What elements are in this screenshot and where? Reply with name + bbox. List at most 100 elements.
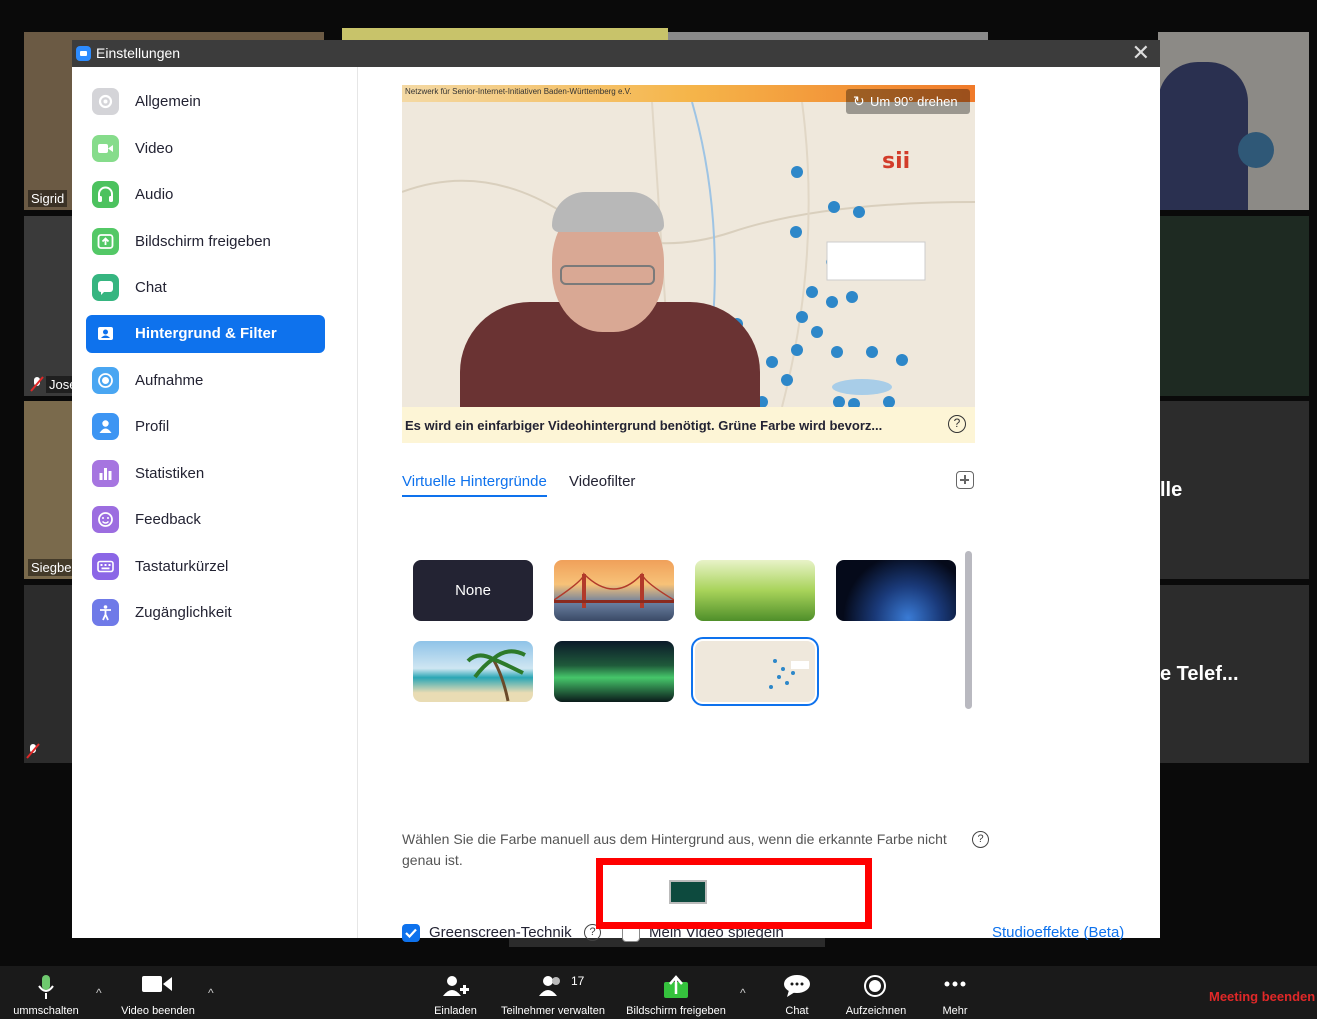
participants-icon <box>539 976 560 996</box>
background-none[interactable]: None <box>413 560 533 621</box>
share-screen-icon <box>664 975 688 998</box>
background-aurora[interactable] <box>554 641 674 702</box>
palm-drawing <box>466 649 526 702</box>
participant-silhouette <box>1158 62 1248 210</box>
sidebar-item-accessibility[interactable]: Zugänglichkeit <box>86 594 325 632</box>
zoom-app-icon <box>76 46 91 61</box>
more-dots-icon <box>944 981 966 987</box>
record-icon <box>92 367 119 394</box>
chat-label: Chat <box>785 1005 809 1017</box>
settings-sidebar: Allgemein Video Audio Bildschirm freigeb… <box>72 67 358 938</box>
tab-virtual-backgrounds[interactable]: Virtuelle Hintergründe <box>402 473 547 497</box>
chat-button[interactable]: Chat <box>772 966 822 1019</box>
video-camera-icon <box>142 976 172 992</box>
microphone-icon <box>38 975 54 999</box>
video-tile-right-3[interactable]: lle <box>1158 401 1309 579</box>
add-person-icon <box>442 976 469 996</box>
sidebar-item-recording[interactable]: Aufnahme <box>86 362 325 400</box>
headphones-icon <box>92 181 119 208</box>
background-map[interactable] <box>691 637 819 706</box>
sidebar-item-keyboard-shortcuts[interactable]: Tastaturkürzel <box>86 548 325 586</box>
participant-name: Siegbe <box>28 559 75 576</box>
video-label: Video beenden <box>121 1005 195 1017</box>
settings-content: Netzwerk für Senior-Internet-Initiativen… <box>359 67 1160 942</box>
person-glasses <box>560 265 655 285</box>
caption-text: Es wird ein einfarbiger Videohintergrund… <box>405 418 883 433</box>
help-icon[interactable]: ? <box>972 831 989 848</box>
bridge-drawing <box>554 572 674 608</box>
profile-icon <box>92 413 119 440</box>
sidebar-item-background-filter[interactable]: Hintergrund & Filter <box>86 315 325 353</box>
share-label: Bildschirm freigeben <box>626 1005 726 1017</box>
end-meeting-button[interactable]: Meeting beenden <box>1209 989 1315 1004</box>
sidebar-item-label: Audio <box>135 186 174 203</box>
gear-icon <box>92 88 119 115</box>
rotate-90-button[interactable]: ↻ Um 90° drehen <box>846 89 970 114</box>
studio-effects-link[interactable]: Studioeffekte (Beta) <box>992 924 1124 941</box>
help-icon[interactable]: ? <box>948 415 966 433</box>
stop-video-button[interactable]: Video beenden <box>112 966 204 1019</box>
add-background-icon[interactable] <box>956 471 974 489</box>
chevron-up-icon[interactable]: ^ <box>208 986 214 1000</box>
share-screen-button[interactable]: Bildschirm freigeben <box>618 966 734 1019</box>
video-preview: Netzwerk für Senior-Internet-Initiativen… <box>402 85 975 443</box>
record-button[interactable]: Aufzeichnen <box>836 966 916 1019</box>
invite-button[interactable]: Einladen <box>428 966 483 1019</box>
sidebar-item-allgemein[interactable]: Allgemein <box>86 83 325 121</box>
map-thumbnail-drawing <box>769 659 809 689</box>
video-tile-right-4[interactable]: e Telef... <box>1158 585 1309 763</box>
sidebar-item-profile[interactable]: Profil <box>86 408 325 446</box>
backgrounds-scrollbar[interactable] <box>965 551 972 709</box>
statistics-icon <box>92 460 119 487</box>
video-camera-icon <box>92 135 119 162</box>
chevron-up-icon[interactable]: ^ <box>740 986 746 1000</box>
background-beach[interactable] <box>413 641 533 702</box>
close-icon[interactable]: ✕ <box>1132 41 1150 65</box>
chat-bubble-icon <box>784 975 810 997</box>
rotate-icon: ↻ <box>853 93 865 109</box>
sidebar-item-label: Allgemein <box>135 93 201 110</box>
background-grass[interactable] <box>695 560 815 621</box>
sidebar-item-video[interactable]: Video <box>86 130 325 168</box>
participants-label: Teilnehmer verwalten <box>501 1005 605 1017</box>
sidebar-item-feedback[interactable]: Feedback <box>86 501 325 539</box>
sidebar-item-statistics[interactable]: Statistiken <box>86 455 325 493</box>
video-tile-top-right[interactable] <box>1158 32 1309 210</box>
muted-mic-icon <box>30 376 44 392</box>
tile-name-text: e Telef... <box>1160 663 1239 685</box>
share-screen-icon <box>92 228 119 255</box>
chevron-up-icon[interactable]: ^ <box>96 986 102 1000</box>
tile-name-text: lle <box>1160 479 1183 501</box>
greenscreen-checkbox[interactable] <box>402 924 420 942</box>
background-earth[interactable] <box>836 560 956 621</box>
preview-caption: Es wird ein einfarbiger Videohintergrund… <box>402 407 975 443</box>
record-icon <box>864 975 886 997</box>
greenscreen-label: Greenscreen-Technik <box>429 924 572 941</box>
annotation-highlight-box <box>596 858 872 929</box>
sidebar-item-label: Statistiken <box>135 465 205 482</box>
tab-video-filters[interactable]: Videofilter <box>569 473 635 490</box>
unmute-button[interactable]: ummschalten <box>0 966 92 1019</box>
sidebar-item-label: Bildschirm freigeben <box>135 233 271 250</box>
sidebar-item-chat[interactable]: Chat <box>86 269 325 307</box>
sidebar-item-audio[interactable]: Audio <box>86 176 325 214</box>
checkmark-icon <box>405 928 417 939</box>
manage-participants-button[interactable]: 17 Teilnehmer verwalten <box>493 966 613 1019</box>
more-button[interactable]: Mehr <box>930 966 980 1019</box>
sidebar-item-label: Feedback <box>135 511 201 528</box>
background-golden-gate[interactable] <box>554 560 674 621</box>
sidebar-item-label: Video <box>135 140 174 157</box>
svg-text:sii: sii <box>882 149 910 174</box>
sidebar-item-label: Aufnahme <box>135 372 204 389</box>
settings-dialog: Einstellungen ✕ Allgemein Video Audio Bi… <box>72 40 1160 942</box>
video-tile-mid-right[interactable] <box>1158 216 1309 396</box>
sidebar-item-label: Hintergrund & Filter <box>135 325 277 342</box>
sidebar-item-share-screen[interactable]: Bildschirm freigeben <box>86 223 325 261</box>
dialog-title: Einstellungen <box>96 45 181 61</box>
participant-name: Sigrid <box>28 190 68 207</box>
more-label: Mehr <box>942 1005 968 1017</box>
person-hair <box>552 192 664 232</box>
sidebar-item-label: Profil <box>135 418 170 435</box>
map-header-text: Netzwerk für Senior-Internet-Initiativen… <box>405 87 632 96</box>
participants-count: 17 <box>571 974 585 988</box>
